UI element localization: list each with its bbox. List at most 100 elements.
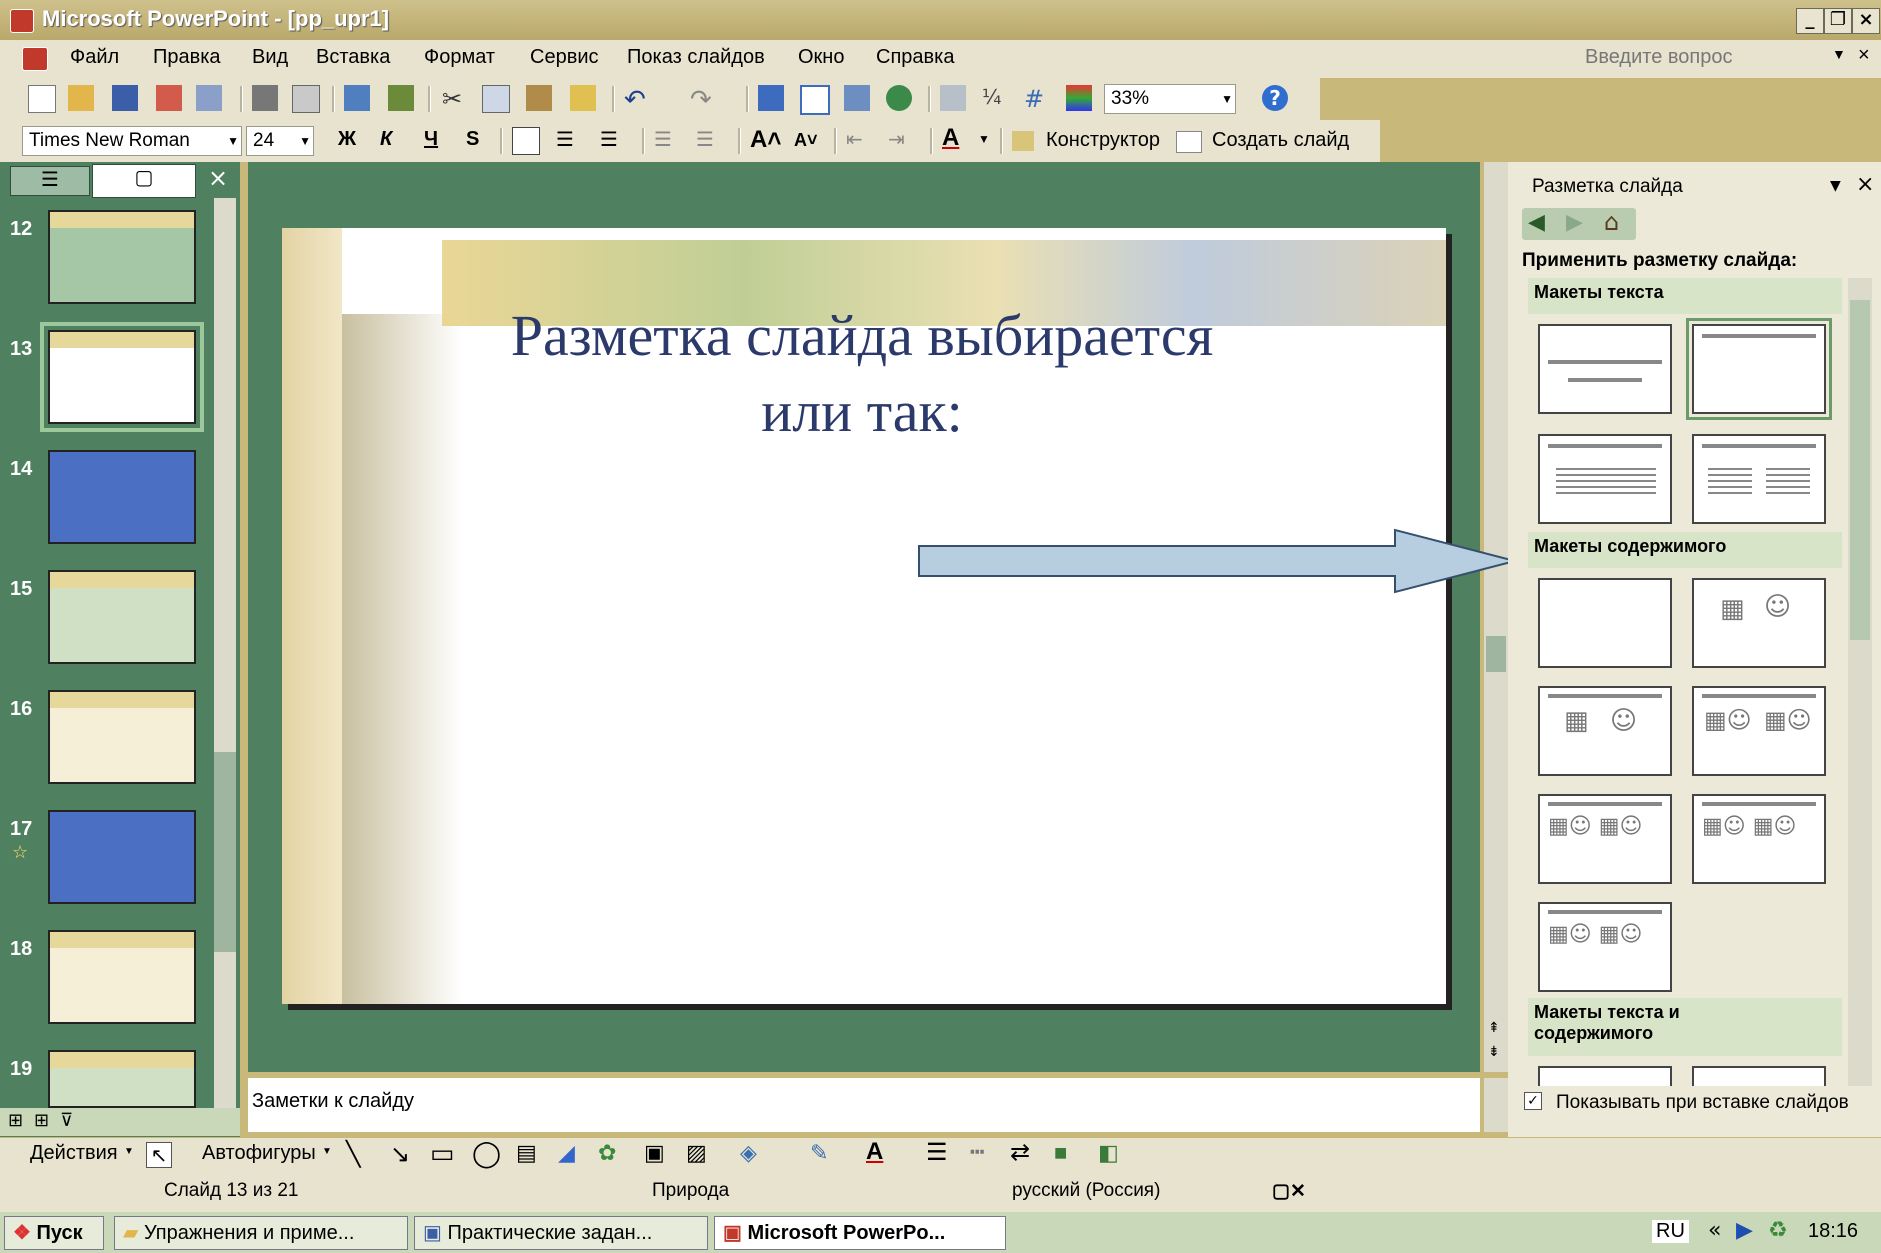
open-icon[interactable] (68, 85, 94, 111)
layout-title-content[interactable]: ▦ ☺ (1538, 686, 1672, 776)
expand-all-icon[interactable] (940, 85, 966, 111)
bullets-icon[interactable]: ☰ (696, 127, 722, 153)
back-icon[interactable]: ◀ (1528, 210, 1545, 235)
line-color-icon[interactable]: ✎ (810, 1140, 828, 1166)
layout-title-two-columns[interactable] (1692, 434, 1826, 524)
chevron-down-icon[interactable]: ▼ (322, 1146, 332, 1157)
line-icon[interactable]: ╲ (346, 1140, 360, 1169)
close-panel-icon[interactable]: × (208, 164, 228, 192)
forward-icon[interactable]: ▶ (1566, 210, 1583, 235)
restore-button[interactable]: ❐ (1824, 8, 1852, 34)
menu-tools[interactable]: Сервис (530, 46, 599, 69)
cut-icon[interactable]: ✂ (442, 85, 468, 113)
tray-network-icon[interactable]: ♻ (1768, 1218, 1788, 1243)
menu-file[interactable]: Файл (70, 46, 119, 69)
layout-title-content-two-content[interactable]: ▦☺ ▦☺ (1692, 794, 1826, 884)
next-slide-icon[interactable]: ⇟ (1488, 1044, 1500, 1060)
designer-button[interactable]: Конструктор (1046, 129, 1160, 152)
close-window-button[interactable]: × (1852, 8, 1880, 34)
format-painter-icon[interactable] (570, 85, 596, 111)
editor-scrollbar[interactable] (1484, 162, 1508, 1072)
clipart-icon[interactable]: ▣ (644, 1140, 665, 1166)
3d-style-icon[interactable]: ◧ (1098, 1140, 1119, 1166)
notes-scrollbar[interactable] (1484, 1078, 1508, 1132)
decrease-indent-icon[interactable]: ⇤ (846, 127, 872, 153)
tab-slides[interactable]: ▢ (92, 164, 196, 198)
redo-icon[interactable]: ↷ (690, 85, 716, 115)
copy-icon[interactable] (482, 85, 510, 113)
menu-insert[interactable]: Вставка (316, 46, 390, 69)
arrow-style-icon[interactable]: ⇄ (1010, 1138, 1030, 1167)
underline-button[interactable]: Ч (424, 128, 438, 151)
undo-icon[interactable]: ↶ (624, 85, 650, 115)
layout-text-content-partial[interactable] (1692, 1066, 1826, 1086)
layout-title-two-content[interactable]: ▦☺ ▦☺ (1692, 686, 1826, 776)
menu-help[interactable]: Справка (876, 46, 954, 69)
menu-view[interactable]: Вид (252, 46, 288, 69)
chevron-down-icon[interactable]: ▼ (978, 132, 990, 146)
paste-icon[interactable] (526, 85, 552, 111)
show-formatting-icon[interactable]: ¼ (982, 85, 1008, 111)
slide-canvas[interactable]: Разметка слайда выбирается или так: (282, 228, 1446, 1004)
layout-title-slide[interactable] (1538, 324, 1672, 414)
tray-expand-icon[interactable]: « (1708, 1218, 1721, 1243)
layout-title-content-over-content[interactable]: ▦☺ ▦☺ (1538, 794, 1672, 884)
increase-font-icon[interactable]: A˄ (750, 126, 781, 154)
permission-icon[interactable] (156, 85, 182, 111)
menu-slideshow[interactable]: Показ слайдов (627, 46, 765, 69)
preview-icon[interactable] (292, 85, 320, 113)
layout-title-only[interactable] (1686, 318, 1832, 420)
actions-menu[interactable]: Действия (30, 1142, 118, 1165)
normal-view-icon[interactable]: ⊞ (8, 1110, 23, 1131)
zoom-select[interactable]: 33% ▼ (1104, 84, 1236, 114)
shadow-button[interactable]: S (466, 128, 479, 151)
home-icon[interactable]: ⌂ (1604, 208, 1619, 236)
email-icon[interactable] (196, 85, 222, 111)
tables-borders-icon[interactable] (844, 85, 870, 111)
slide-title[interactable]: Разметка слайда выбирается или так: (402, 298, 1322, 450)
chevron-down-icon[interactable]: ▼ (1221, 85, 1233, 113)
minimize-button[interactable]: _ (1796, 8, 1824, 34)
chevron-down-icon[interactable]: ▼ (227, 127, 239, 155)
chevron-down-icon[interactable]: ▼ (1830, 178, 1841, 194)
new-slide-button[interactable]: Создать слайд (1212, 129, 1349, 152)
slides-scrollbar[interactable] (214, 198, 236, 1108)
taskbar-button-exercises[interactable]: ▰ Упражнения и приме... (114, 1216, 408, 1250)
wordart-icon[interactable]: ◢ (558, 1140, 575, 1166)
increase-indent-icon[interactable]: ⇥ (888, 127, 914, 153)
fill-color-icon[interactable]: ◈ (740, 1140, 757, 1166)
insert-table-icon[interactable] (800, 85, 830, 115)
line-style-icon[interactable]: ☰ (926, 1138, 948, 1167)
dash-style-icon[interactable]: ┅ (970, 1138, 984, 1167)
italic-button[interactable]: К (380, 128, 392, 151)
arrow-icon[interactable]: ↘ (390, 1140, 410, 1169)
numbering-icon[interactable]: ☰ (654, 127, 680, 153)
help-icon[interactable]: ? (1262, 85, 1288, 111)
font-select[interactable]: Times New Roman ▼ (22, 126, 242, 156)
menu-edit[interactable]: Правка (153, 46, 221, 69)
picture-icon[interactable]: ▨ (686, 1140, 707, 1166)
show-on-insert-checkbox[interactable]: ✓ (1524, 1092, 1542, 1110)
start-button[interactable]: ❖ Пуск (4, 1216, 104, 1250)
textbox-icon[interactable]: ▤ (516, 1140, 537, 1166)
align-center-icon[interactable]: ☰ (556, 127, 582, 153)
help-question-input[interactable]: Введите вопрос (1585, 46, 1732, 69)
spelling-icon[interactable] (344, 85, 370, 111)
show-grid-icon[interactable]: # (1024, 85, 1050, 113)
slide-thumbnail-16[interactable] (48, 690, 196, 784)
select-pointer-icon[interactable]: ↖ (146, 1142, 172, 1168)
slide-thumbnail-17[interactable] (48, 810, 196, 904)
decrease-font-icon[interactable]: A˅ (794, 130, 818, 151)
rectangle-icon[interactable]: ▭ (430, 1138, 455, 1169)
oval-icon[interactable]: ◯ (472, 1138, 501, 1169)
document-icon[interactable] (22, 47, 48, 71)
font-color-icon[interactable]: A (942, 124, 959, 152)
insert-chart-icon[interactable] (758, 85, 784, 111)
taskbar-button-practical[interactable]: ▣ Практические задан... (414, 1216, 708, 1250)
font-color-draw-icon[interactable]: A (866, 1138, 883, 1166)
layout-text-content-partial[interactable] (1538, 1066, 1672, 1086)
slide-thumbnail-12[interactable] (48, 210, 196, 304)
save-icon[interactable] (112, 85, 138, 111)
insert-diagram-icon[interactable] (886, 85, 912, 111)
slide-thumbnail-19[interactable] (48, 1050, 196, 1108)
